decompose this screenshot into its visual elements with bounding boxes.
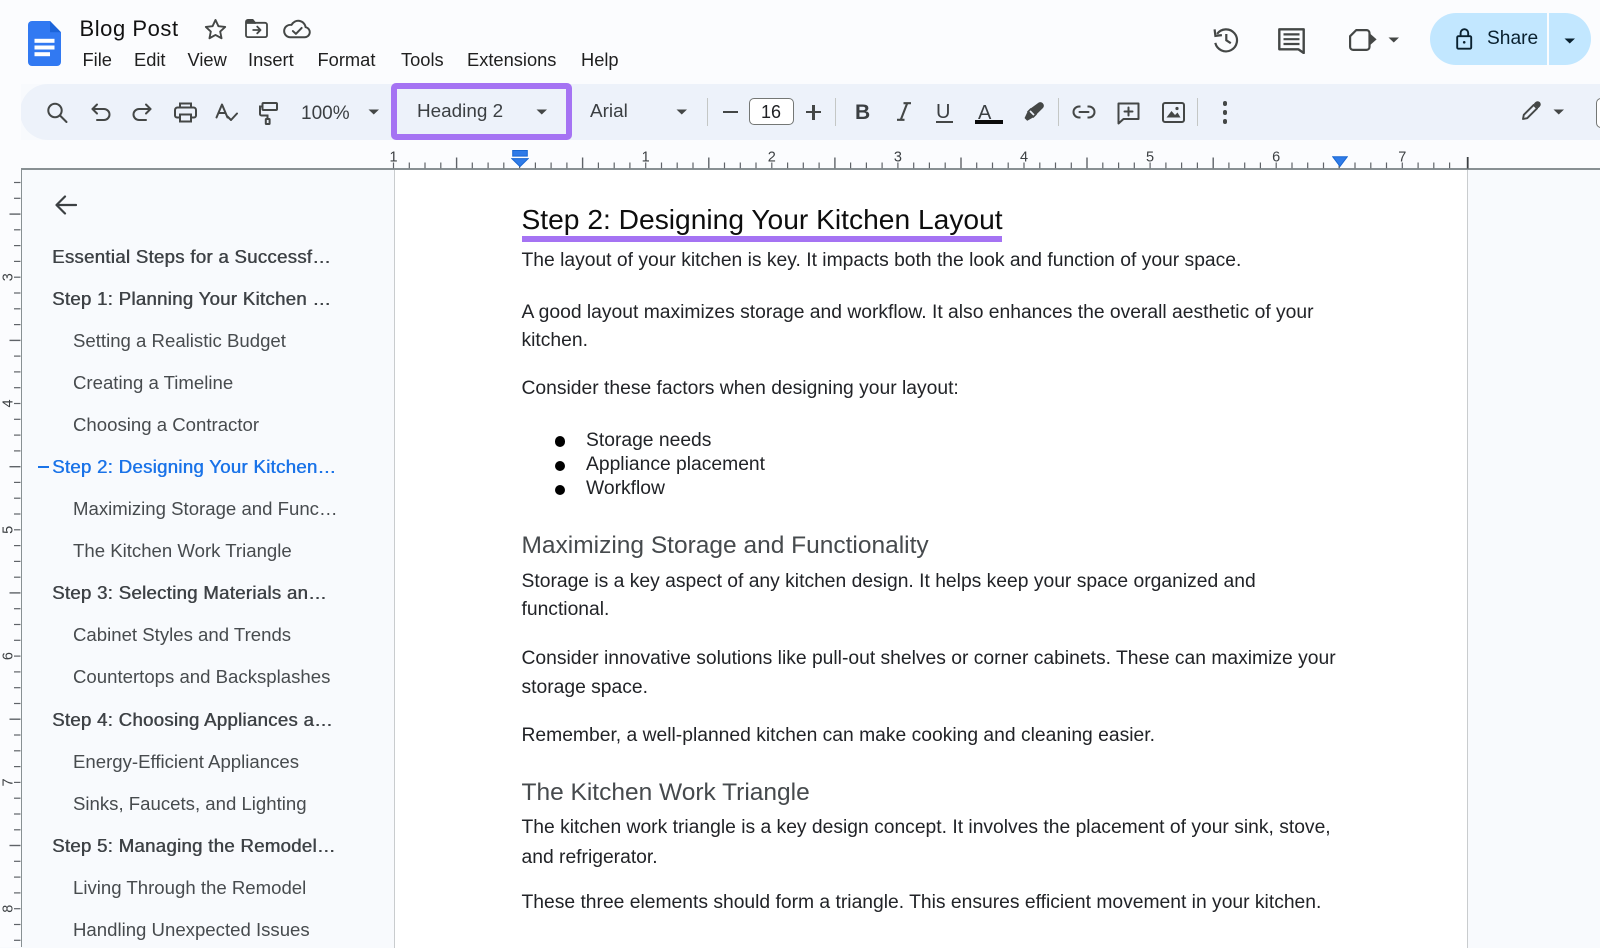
svg-text:1: 1 (389, 150, 397, 166)
svg-text:6: 6 (1, 652, 17, 660)
svg-text:5: 5 (1146, 150, 1154, 166)
svg-text:4: 4 (1020, 150, 1028, 166)
svg-text:7: 7 (1, 778, 17, 786)
svg-text:7: 7 (1398, 150, 1406, 166)
svg-text:3: 3 (1, 273, 17, 281)
svg-text:6: 6 (1272, 150, 1280, 166)
svg-text:1: 1 (642, 150, 650, 166)
svg-text:5: 5 (1, 526, 17, 534)
svg-text:3: 3 (894, 150, 902, 166)
svg-text:4: 4 (1, 399, 17, 407)
svg-text:2: 2 (768, 150, 776, 166)
svg-text:8: 8 (1, 905, 17, 913)
